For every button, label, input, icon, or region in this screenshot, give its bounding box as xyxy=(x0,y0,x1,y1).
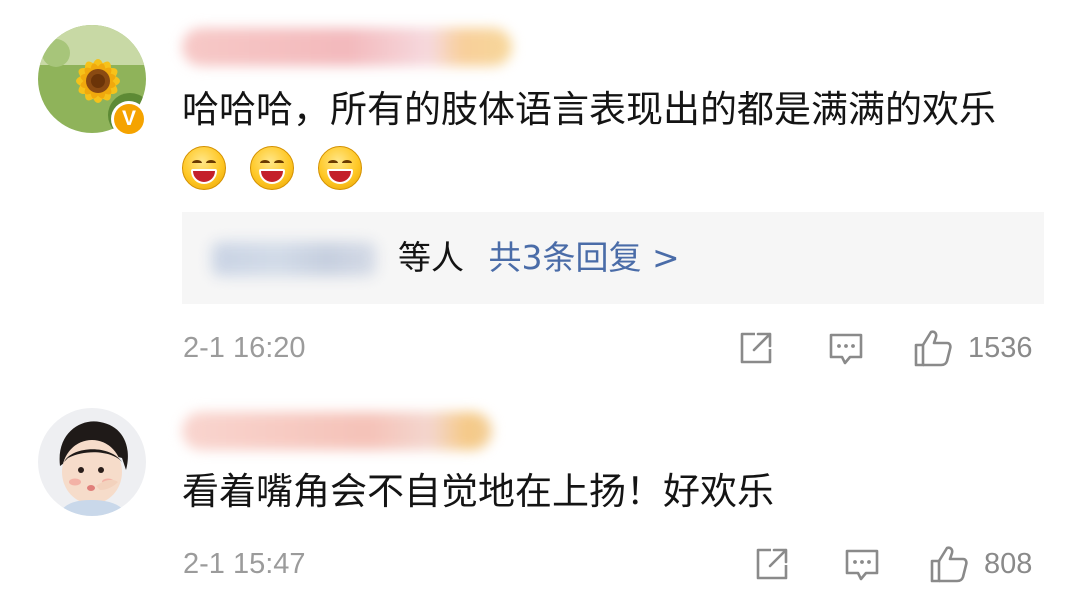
share-button[interactable] xyxy=(736,328,776,368)
verified-badge-icon: V xyxy=(111,101,147,137)
like-count: 1536 xyxy=(968,332,1033,364)
username-blurred[interactable] xyxy=(182,28,512,66)
comment-icon xyxy=(845,549,879,581)
comment-time: 2-1 15:47 xyxy=(183,548,306,580)
comment-body: 看着嘴角会不自觉地在上扬！好欢乐 xyxy=(182,470,774,513)
reply-usernames-blurred xyxy=(212,242,376,276)
avatar[interactable] xyxy=(38,408,146,516)
comment-icon xyxy=(829,333,863,365)
like-button[interactable]: 1536 xyxy=(912,328,1033,368)
like-count: 808 xyxy=(984,548,1033,580)
like-button[interactable]: 808 xyxy=(928,544,1032,584)
share-icon xyxy=(740,332,772,364)
thumbs-up-icon xyxy=(914,330,952,367)
comment-body: 哈哈哈，所有的肢体语言表现出的都是满满的欢乐 xyxy=(182,88,996,131)
reply-preview[interactable]: 等人 共3条回复 > xyxy=(182,212,1044,304)
grinning-face-emoji-icon xyxy=(249,146,294,190)
view-replies-link[interactable]: 共3条回复 > xyxy=(489,238,680,277)
comment-meta: 2-1 16:20 1536 xyxy=(0,328,1080,368)
comment-text: 看着嘴角会不自觉地在上扬！好欢乐 xyxy=(182,462,1042,522)
reply-button[interactable] xyxy=(842,544,882,584)
comment-time: 2-1 16:20 xyxy=(183,332,306,364)
share-icon xyxy=(756,548,788,580)
comment-text: 哈哈哈，所有的肢体语言表现出的都是满满的欢乐 xyxy=(182,80,1042,200)
share-button[interactable] xyxy=(752,544,792,584)
comment-list: V 哈哈哈，所有的肢体语言表现出的都是满满的欢乐 等人 共3条回复 > 2-1 … xyxy=(0,0,1080,604)
grinning-face-emoji-icon xyxy=(182,146,226,190)
grinning-face-emoji-icon xyxy=(317,146,362,190)
thumbs-up-icon xyxy=(930,546,968,583)
reply-suffix: 等人 xyxy=(398,238,464,277)
comment-meta: 2-1 15:47 808 xyxy=(0,544,1080,584)
reply-button[interactable] xyxy=(826,328,866,368)
username-blurred[interactable] xyxy=(182,412,492,450)
child-avatar-image xyxy=(38,408,146,516)
